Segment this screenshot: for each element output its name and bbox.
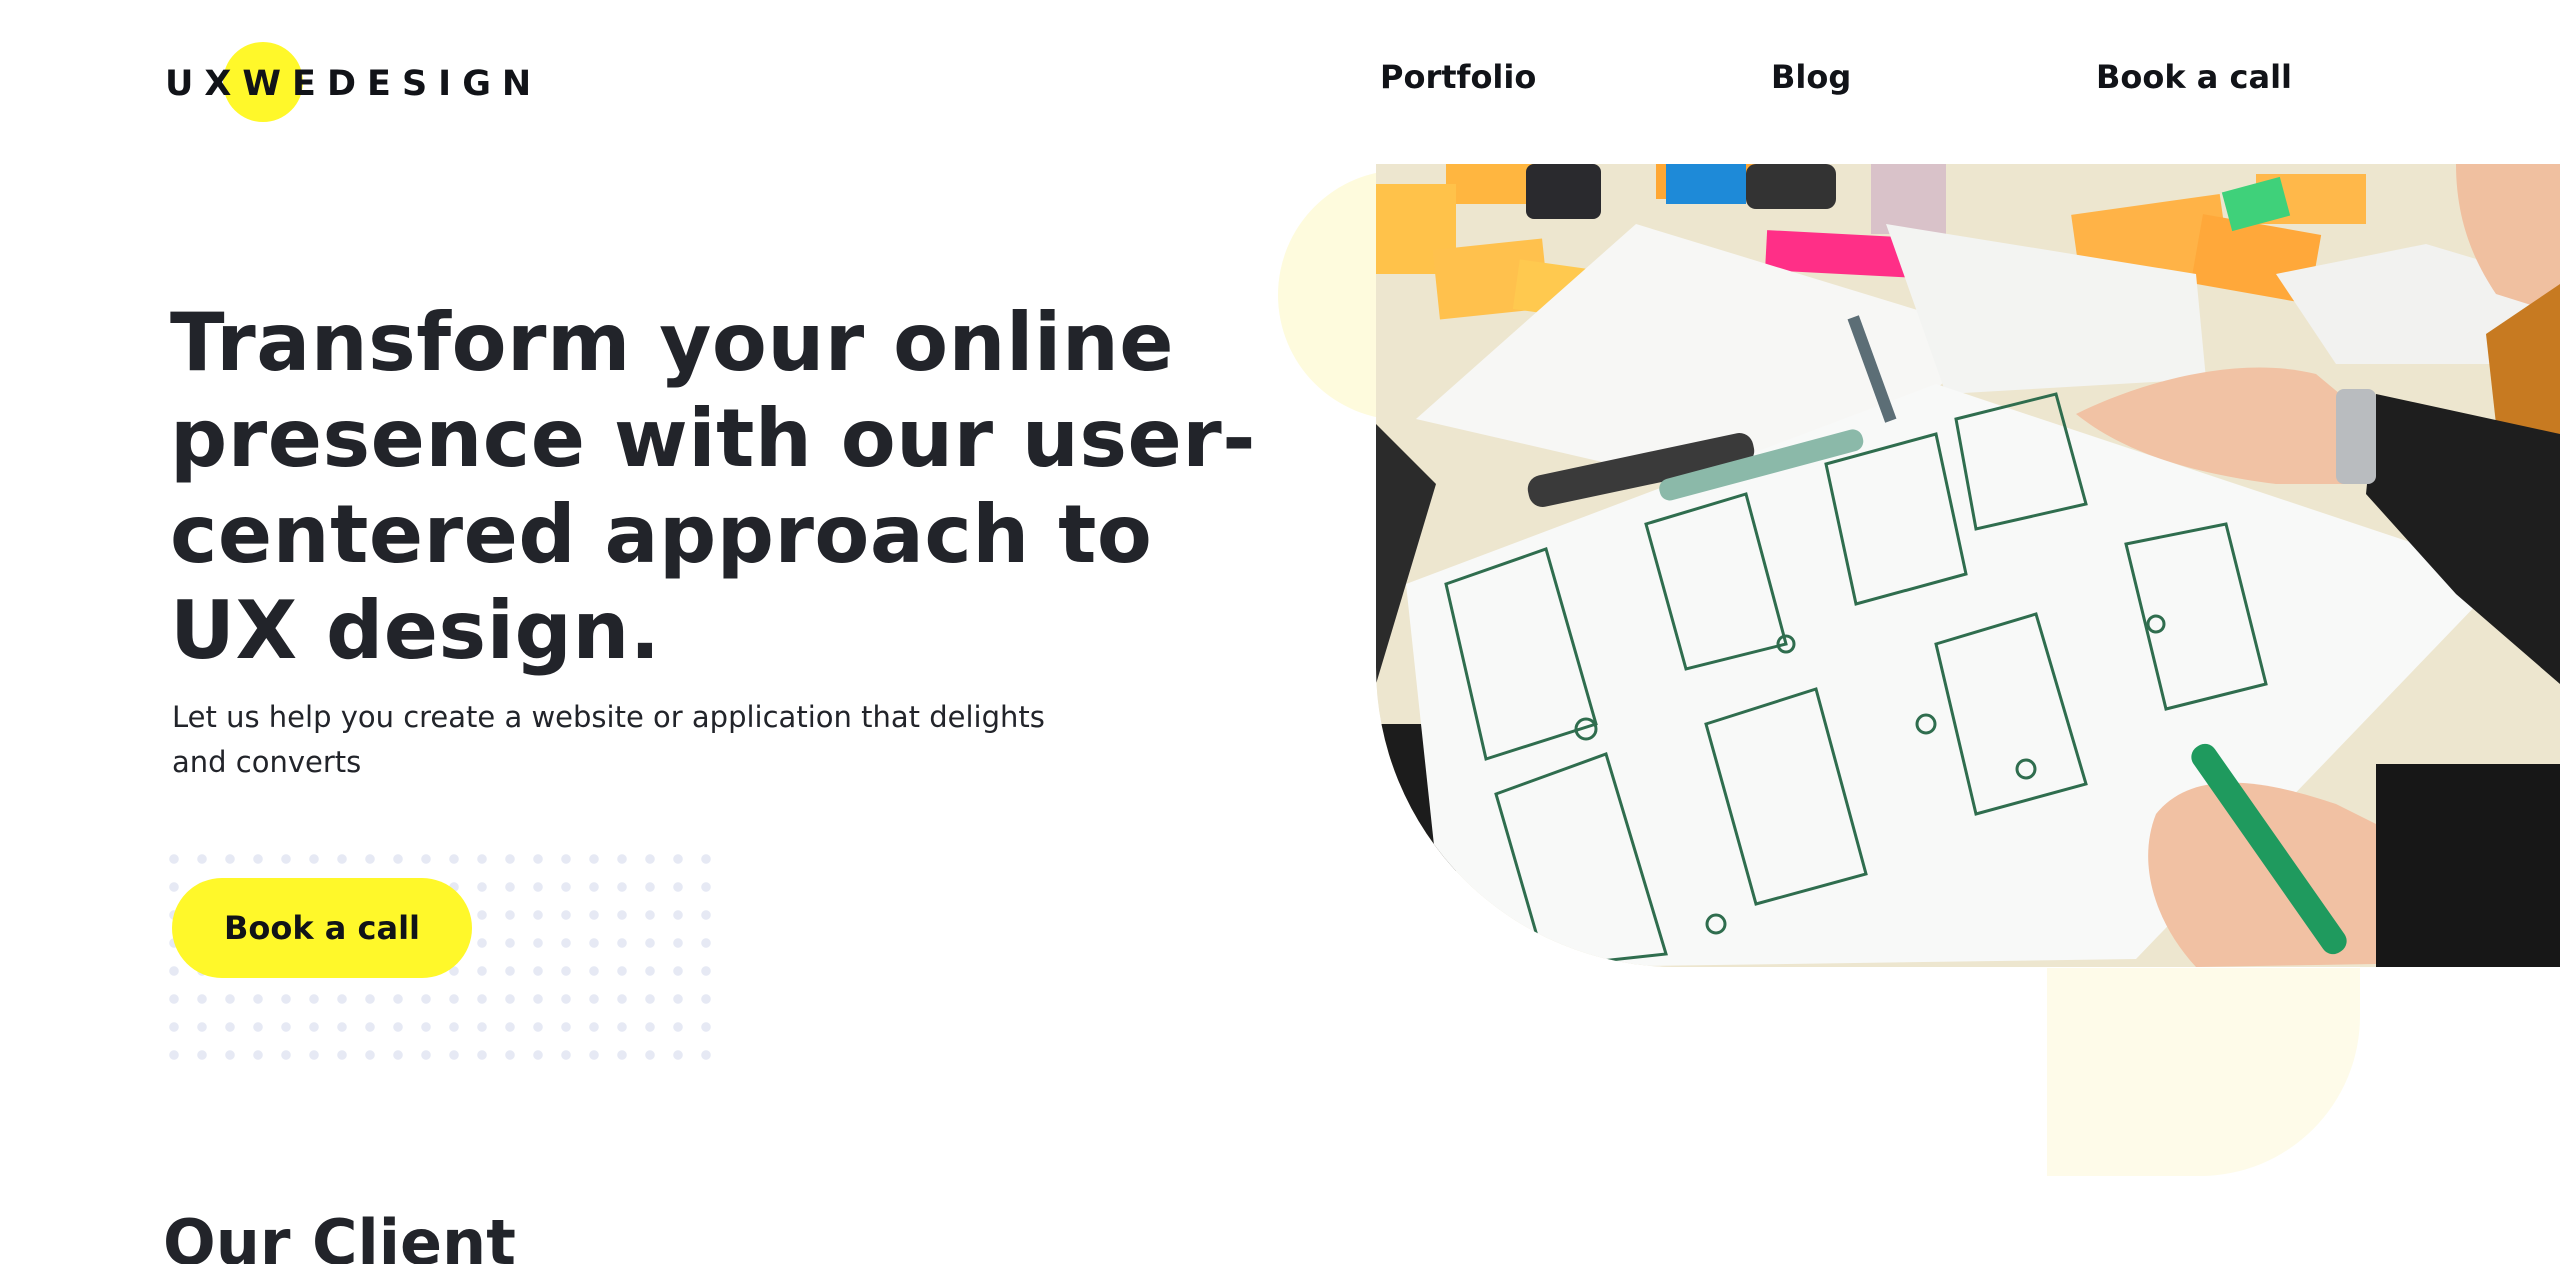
clients-heading: Our Client: [163, 1206, 516, 1264]
logo-letter: G: [462, 64, 502, 104]
decorative-yellow-block: [2047, 968, 2360, 1176]
book-a-call-button[interactable]: Book a call: [172, 878, 472, 978]
logo-letter: E: [367, 64, 402, 104]
logo-letter: I: [438, 64, 463, 104]
nav-link-book-a-call[interactable]: Book a call: [2096, 58, 2292, 96]
logo-letter: D: [326, 64, 368, 104]
logo-letter: U: [165, 64, 205, 104]
logo-letter: X: [204, 64, 243, 104]
logo-letter: N: [501, 64, 543, 104]
logo-letter: S: [401, 64, 439, 104]
hero-subtitle: Let us help you create a website or appl…: [172, 700, 1045, 779]
logo[interactable]: U X W E D E S I G N: [165, 42, 543, 122]
logo-letter: E: [292, 64, 327, 104]
landing-page: U X W E D E S I G N Portfolio Blog Book …: [0, 0, 2560, 1264]
design-workshop-photo: [1376, 164, 2560, 967]
hero-title: Transform your online presence with our …: [170, 296, 1256, 677]
nav-link-blog[interactable]: Blog: [1771, 58, 1851, 96]
logo-letter: W: [242, 64, 293, 104]
nav-link-portfolio[interactable]: Portfolio: [1380, 58, 1536, 96]
